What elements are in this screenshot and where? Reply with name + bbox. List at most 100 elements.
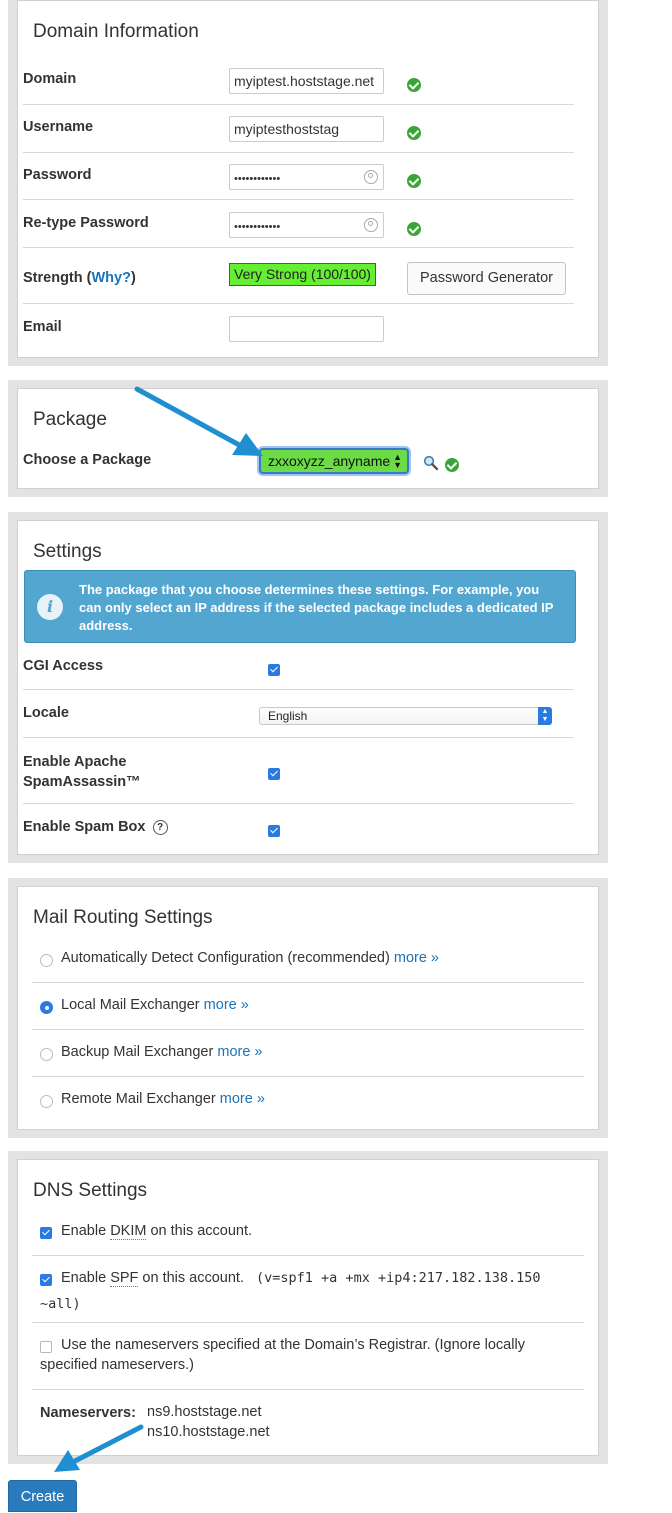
panel-title: Package	[33, 409, 107, 430]
password-strength-meter: Very Strong (100/100)	[229, 263, 376, 286]
divider	[32, 1389, 584, 1390]
email-field[interactable]	[229, 316, 384, 342]
choose-package-label: Choose a Package	[23, 452, 152, 468]
strength-label-close: )	[130, 270, 136, 286]
mail-routing-option-local[interactable]: Local Mail Exchanger more »	[61, 997, 249, 1013]
package-valid-icon	[445, 458, 459, 472]
mail-routing-option-label: Automatically Detect Configuration (reco…	[61, 950, 390, 966]
more-link[interactable]: more »	[217, 1044, 262, 1060]
divider	[32, 982, 584, 983]
mail-routing-radio-auto[interactable]	[40, 954, 53, 967]
nameserver-2: ns10.hoststage.net	[147, 1424, 270, 1440]
spf-abbr: SPF	[110, 1270, 139, 1287]
dkim-option: Enable DKIM on this account.	[61, 1223, 253, 1240]
locale-label: Locale	[23, 705, 69, 721]
divider	[23, 803, 574, 804]
username-value: myiptesthoststag	[234, 117, 339, 141]
panel-title: Domain Information	[33, 21, 199, 42]
password-label: Password	[23, 167, 92, 183]
divider	[23, 689, 574, 690]
password-value: ••••••••••••	[234, 173, 281, 185]
password-field[interactable]: ••••••••••••	[229, 164, 384, 190]
spamassassin-checkbox[interactable]	[268, 768, 280, 780]
registrar-nameservers-line-1: Use the nameservers specified at the Dom…	[61, 1337, 525, 1353]
retype-valid-icon	[407, 222, 421, 236]
email-label: Email	[23, 319, 62, 335]
locale-value: English	[268, 709, 308, 723]
panel-title: Mail Routing Settings	[33, 907, 213, 928]
settings-panel: Settings	[8, 512, 608, 863]
nameserver-1: ns9.hoststage.net	[147, 1404, 262, 1420]
registrar-nameservers-checkbox[interactable]	[40, 1341, 52, 1353]
cgi-access-label: CGI Access	[23, 658, 104, 674]
help-icon[interactable]: ?	[152, 820, 168, 835]
package-select[interactable]: zxxoxyzz_anyname ▲ ▼	[259, 448, 409, 474]
divider	[23, 737, 574, 738]
divider	[32, 1076, 584, 1077]
dkim-checkbox[interactable]	[40, 1227, 52, 1239]
more-link[interactable]: more »	[220, 1091, 265, 1107]
username-field[interactable]: myiptesthoststag	[229, 116, 384, 142]
select-arrows-icon: ▲ ▼	[538, 707, 552, 725]
settings-info-alert: i The package that you choose determines…	[24, 570, 576, 643]
spf-record-end: ~all)	[40, 1296, 81, 1312]
spam-box-label-text: Enable Spam Box	[23, 819, 146, 835]
locale-select[interactable]: English ▲ ▼	[259, 707, 552, 725]
strength-label-text: Strength (	[23, 270, 92, 286]
dkim-text-pre: Enable	[61, 1223, 107, 1239]
mail-routing-option-remote[interactable]: Remote Mail Exchanger more »	[61, 1091, 265, 1107]
select-arrows-icon: ▲ ▼	[393, 452, 402, 470]
info-icon: i	[37, 594, 63, 620]
package-selected-value: zxxoxyzz_anyname	[268, 453, 391, 469]
spf-checkbox[interactable]	[40, 1274, 52, 1286]
magnifier-icon[interactable]	[423, 455, 439, 471]
spf-record: (v=spf1 +a +mx +ip4:217.182.138.150	[256, 1270, 541, 1286]
mail-routing-option-auto[interactable]: Automatically Detect Configuration (reco…	[61, 950, 439, 966]
mail-routing-option-label: Local Mail Exchanger	[61, 997, 200, 1013]
retype-key-icon[interactable]	[364, 218, 378, 232]
strength-why-link[interactable]: Why?	[91, 270, 130, 286]
spam-box-label: Enable Spam Box ?	[23, 819, 168, 835]
mail-routing-radio-backup[interactable]	[40, 1048, 53, 1061]
password-valid-icon	[407, 174, 421, 188]
password-key-icon[interactable]	[364, 170, 378, 184]
strength-label: Strength (Why?)	[23, 270, 136, 286]
divider	[23, 104, 574, 105]
retype-password-value: ••••••••••••	[234, 221, 281, 233]
nameservers-label: Nameservers:	[40, 1405, 136, 1421]
divider	[23, 152, 574, 153]
create-button[interactable]: Create	[8, 1480, 77, 1512]
registrar-nameservers-line-2: specified nameservers.)	[40, 1357, 194, 1373]
dkim-text-post: on this account.	[150, 1223, 253, 1239]
divider	[32, 1029, 584, 1030]
username-label: Username	[23, 119, 94, 135]
domain-valid-icon	[407, 78, 421, 92]
divider	[23, 199, 574, 200]
spamassassin-label-line-2: SpamAssassin™	[23, 774, 141, 790]
domain-value: myiptest.hoststage.net	[234, 73, 375, 89]
dkim-abbr: DKIM	[110, 1223, 147, 1240]
spamassassin-label-line-1: Enable Apache	[23, 754, 127, 770]
package-panel: Package	[8, 380, 608, 497]
mail-routing-radio-remote[interactable]	[40, 1095, 53, 1108]
panel-title: Settings	[33, 541, 102, 562]
cgi-access-checkbox[interactable]	[268, 664, 280, 676]
mail-routing-option-backup[interactable]: Backup Mail Exchanger more »	[61, 1044, 263, 1060]
mail-routing-option-label: Remote Mail Exchanger	[61, 1091, 216, 1107]
password-generator-button[interactable]: Password Generator	[407, 262, 566, 295]
domain-label: Domain	[23, 71, 77, 87]
divider	[32, 1322, 584, 1323]
mail-routing-option-label: Backup Mail Exchanger	[61, 1044, 214, 1060]
spamassassin-label: Enable Apache SpamAssassin™	[23, 752, 141, 792]
more-link[interactable]: more »	[204, 997, 249, 1013]
more-link[interactable]: more »	[394, 950, 439, 966]
spf-text-post: on this account.	[142, 1270, 244, 1286]
spam-box-checkbox[interactable]	[268, 825, 280, 837]
username-valid-icon	[407, 126, 421, 140]
divider	[23, 247, 574, 248]
domain-field[interactable]: myiptest.hoststage.net	[229, 68, 384, 94]
retype-password-label: Re-type Password	[23, 215, 149, 231]
settings-info-text: The package that you choose determines t…	[79, 582, 554, 633]
mail-routing-radio-local[interactable]	[40, 1001, 53, 1014]
retype-password-field[interactable]: ••••••••••••	[229, 212, 384, 238]
